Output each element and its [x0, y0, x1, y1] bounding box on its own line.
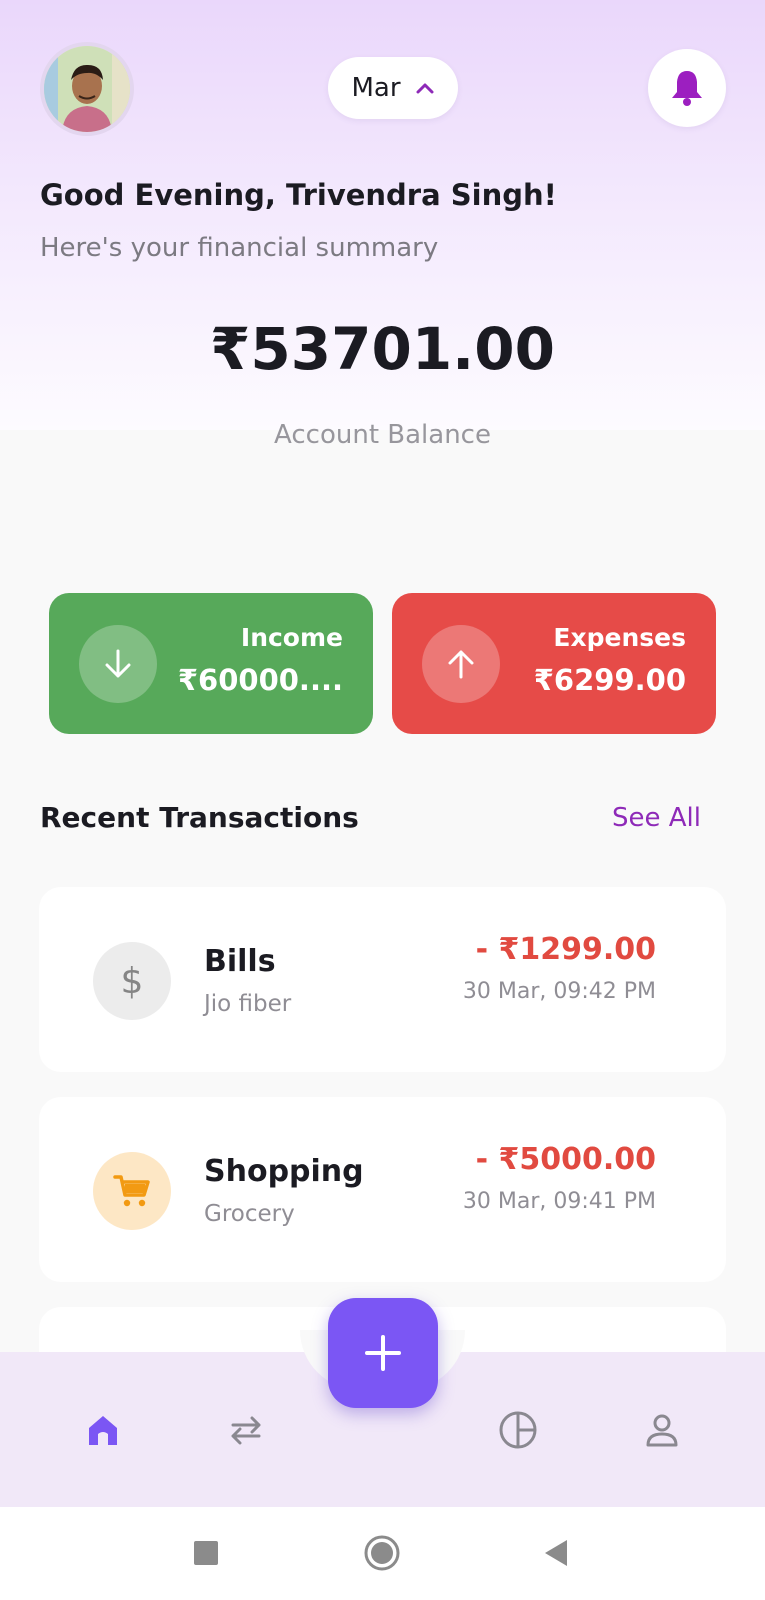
recents-square-icon: [194, 1541, 218, 1565]
expenses-amount: ₹6299.00: [533, 663, 686, 697]
budget-pie-icon: [499, 1411, 537, 1449]
profile-icon: [646, 1414, 678, 1447]
transaction-description: Grocery: [204, 1201, 295, 1227]
home-circle-icon: [364, 1535, 400, 1571]
transaction-category: Bills: [204, 944, 276, 979]
greeting-title: Good Evening, Trivendra Singh!: [40, 178, 557, 212]
nav-home[interactable]: [78, 1405, 128, 1455]
transaction-card[interactable]: Shopping Grocery - ₹5000.00 30 Mar, 09:4…: [39, 1097, 726, 1282]
system-recents-button[interactable]: [183, 1530, 229, 1576]
avatar[interactable]: [40, 42, 134, 136]
expenses-label: Expenses: [553, 623, 686, 652]
account-balance-label: Account Balance: [274, 420, 491, 450]
shopping-cart-icon-circle: [93, 1152, 171, 1230]
bell-icon: [672, 71, 702, 106]
transaction-category: Shopping: [204, 1154, 364, 1189]
transaction-time: 30 Mar, 09:42 PM: [462, 979, 656, 1004]
dollar-icon: $: [93, 942, 171, 1020]
income-label: Income: [240, 623, 343, 652]
see-all-link[interactable]: See All: [612, 803, 701, 833]
chevron-up-icon: [416, 83, 434, 94]
shopping-cart-icon: [113, 1175, 150, 1207]
arrow-up-icon: [448, 650, 474, 679]
transaction-amount: - ₹5000.00: [475, 1142, 656, 1177]
nav-profile[interactable]: [637, 1405, 687, 1455]
back-triangle-icon: [545, 1540, 567, 1566]
expenses-card[interactable]: Expenses ₹6299.00: [392, 593, 716, 734]
transaction-description: Jio fiber: [204, 991, 292, 1017]
notification-button[interactable]: [648, 49, 726, 127]
transaction-time: 30 Mar, 09:41 PM: [462, 1189, 656, 1214]
income-amount: ₹60000....: [177, 663, 343, 697]
recent-transactions-title: Recent Transactions: [40, 801, 359, 834]
add-transaction-button[interactable]: [328, 1298, 438, 1408]
home-icon: [89, 1416, 117, 1445]
expenses-icon-circle: [422, 625, 500, 703]
arrow-down-icon: [105, 649, 131, 678]
greeting-subtitle: Here's your financial summary: [40, 233, 439, 263]
income-icon-circle: [79, 625, 157, 703]
account-balance-amount: ₹53701.00: [210, 315, 555, 383]
plus-icon: [365, 1335, 401, 1371]
month-label: Mar: [351, 73, 401, 103]
income-card[interactable]: Income ₹60000....: [49, 593, 373, 734]
transaction-amount: - ₹1299.00: [475, 932, 656, 967]
transactions-swap-icon: [231, 1416, 261, 1445]
nav-transactions[interactable]: [221, 1405, 271, 1455]
system-home-button[interactable]: [359, 1530, 405, 1576]
transaction-card[interactable]: $ Bills Jio fiber - ₹1299.00 30 Mar, 09:…: [39, 887, 726, 1072]
month-selector[interactable]: Mar: [328, 57, 458, 119]
system-back-button[interactable]: [533, 1530, 579, 1576]
nav-budget[interactable]: [493, 1405, 543, 1455]
profile-photo: [44, 46, 130, 132]
dollar-symbol: $: [120, 960, 144, 1002]
